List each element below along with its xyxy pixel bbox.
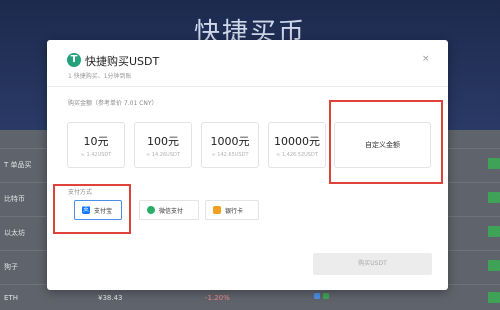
wechat-icon — [323, 293, 329, 299]
close-icon[interactable]: × — [422, 54, 430, 64]
trade-button[interactable] — [488, 260, 500, 271]
highlight-box — [53, 184, 131, 234]
amount-value: 10000元 — [274, 135, 320, 148]
amount-option-10000[interactable]: 10000元 ≈ 1,426.52USDT — [268, 122, 326, 168]
amount-usdt: ≈ 1.42USDT — [80, 152, 112, 158]
payment-bank-card[interactable]: 银行卡 — [205, 200, 259, 220]
table-row: 比特币 — [4, 195, 25, 203]
dialog-subtitle: 1 快捷购买、1分钟到账 — [68, 73, 132, 80]
amount-label: 购买金额（参考单价 7.01 CNY） — [68, 100, 158, 107]
payment-wechat[interactable]: 微信支付 — [139, 200, 199, 220]
tether-icon: T — [67, 53, 81, 67]
trade-button[interactable] — [488, 292, 500, 303]
table-row: 以太坊 — [4, 229, 25, 237]
amount-option-100[interactable]: 100元 ≈ 14.26USDT — [134, 122, 192, 168]
amount-usdt: ≈ 142.65USDT — [211, 152, 249, 158]
amount-option-1000[interactable]: 1000元 ≈ 142.65USDT — [201, 122, 259, 168]
highlight-box — [329, 100, 443, 184]
quick-buy-dialog: T 快捷购买USDT 1 快捷购买、1分钟到账 × 购买金额（参考单价 7.01… — [47, 40, 448, 290]
amount-value: 100元 — [147, 135, 179, 148]
payment-label-text: 微信支付 — [159, 208, 184, 215]
payment-label-text: 银行卡 — [225, 208, 244, 215]
table-row: T 单品买 — [4, 161, 32, 169]
wechat-icon — [147, 206, 155, 214]
amount-usdt: ≈ 14.26USDT — [146, 152, 180, 158]
alipay-icon — [314, 293, 320, 299]
dialog-title: 快捷购买USDT — [85, 55, 160, 68]
trade-button[interactable] — [488, 158, 500, 169]
bank-card-icon — [213, 206, 221, 214]
table-row: 狗子 — [4, 263, 18, 271]
trade-button[interactable] — [488, 192, 500, 203]
trade-button[interactable] — [488, 226, 500, 237]
divider — [47, 86, 448, 87]
amount-option-10[interactable]: 10元 ≈ 1.42USDT — [67, 122, 125, 168]
amount-value: 1000元 — [210, 135, 250, 148]
buy-usdt-button[interactable]: 购买USDT — [313, 253, 432, 275]
amount-usdt: ≈ 1,426.52USDT — [276, 152, 318, 158]
table-row: ETH — [4, 294, 18, 302]
price-value: ¥38.43 — [98, 294, 123, 302]
amount-value: 10元 — [83, 135, 109, 148]
change-value: -1.20% — [205, 294, 230, 302]
